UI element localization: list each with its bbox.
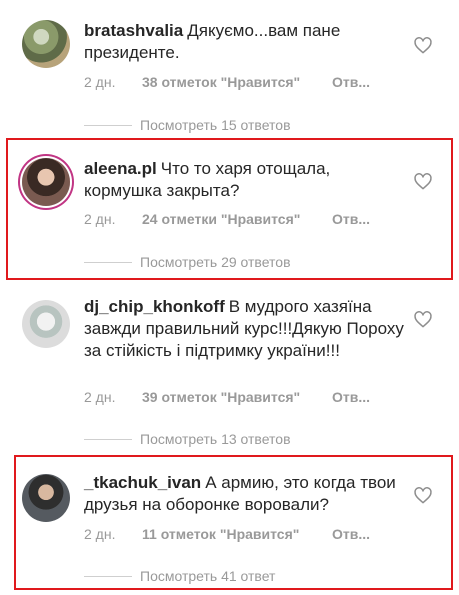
view-replies-label: Посмотреть 15 ответов: [140, 117, 291, 133]
timestamp: 2 дн.: [84, 526, 116, 542]
likes-count[interactable]: 39 отметок "Нравится": [142, 389, 332, 405]
avatar[interactable]: [22, 474, 70, 522]
comment-meta: 2 дн. 11 отметок "Нравится" Отв...: [84, 526, 370, 542]
heart-outline-icon[interactable]: [413, 310, 433, 330]
heart-outline-icon[interactable]: [413, 172, 433, 192]
view-replies-button[interactable]: Посмотреть 29 ответов: [84, 254, 291, 270]
view-replies-button[interactable]: Посмотреть 13 ответов: [84, 431, 291, 447]
timestamp: 2 дн.: [84, 389, 116, 405]
view-replies-button[interactable]: Посмотреть 41 ответ: [84, 568, 275, 584]
comment-text-block: _tkachuk_ivan А армию, это когда твои дру…: [84, 472, 404, 516]
username[interactable]: bratashvalia: [84, 21, 183, 40]
reply-button[interactable]: Отв...: [332, 74, 370, 90]
likes-count[interactable]: 24 отметки "Нравится": [142, 211, 332, 227]
view-replies-label: Посмотреть 13 ответов: [140, 431, 291, 447]
comment-text-block: dj_chip_khonkoff В мудрого хазяїна завжди…: [84, 296, 404, 362]
comment-meta: 2 дн. 39 отметок "Нравится" Отв...: [84, 389, 370, 405]
divider-line: [84, 261, 132, 263]
comment-meta: 2 дн. 38 отметок "Нравится" Отв...: [84, 74, 370, 90]
divider-line: [84, 575, 132, 577]
avatar[interactable]: [22, 300, 70, 348]
reply-button[interactable]: Отв...: [332, 389, 370, 405]
avatar[interactable]: [22, 20, 70, 68]
comment-text-block: aleena.pl Что то харя отощала, кормушка з…: [84, 158, 404, 202]
likes-count[interactable]: 38 отметок "Нравится": [142, 74, 332, 90]
view-replies-label: Посмотреть 41 ответ: [140, 568, 276, 584]
comment-text-block: bratashvalia Дякуємо...вам пане президент…: [84, 20, 404, 64]
avatar[interactable]: [22, 158, 70, 206]
reply-button[interactable]: Отв...: [332, 211, 370, 227]
reply-button[interactable]: Отв...: [332, 526, 370, 542]
divider-line: [84, 438, 132, 440]
likes-count[interactable]: 11 отметок "Нравится": [142, 526, 332, 542]
heart-outline-icon[interactable]: [413, 486, 433, 506]
timestamp: 2 дн.: [84, 211, 116, 227]
comment-meta: 2 дн. 24 отметки "Нравится" Отв...: [84, 211, 370, 227]
username[interactable]: aleena.pl: [84, 159, 157, 178]
username[interactable]: dj_chip_khonkoff: [84, 297, 225, 316]
divider-line: [84, 124, 132, 126]
view-replies-label: Посмотреть 29 ответов: [140, 254, 291, 270]
timestamp: 2 дн.: [84, 74, 116, 90]
username[interactable]: _tkachuk_ivan: [84, 473, 201, 492]
heart-outline-icon[interactable]: [413, 36, 433, 56]
view-replies-button[interactable]: Посмотреть 15 ответов: [84, 117, 291, 133]
